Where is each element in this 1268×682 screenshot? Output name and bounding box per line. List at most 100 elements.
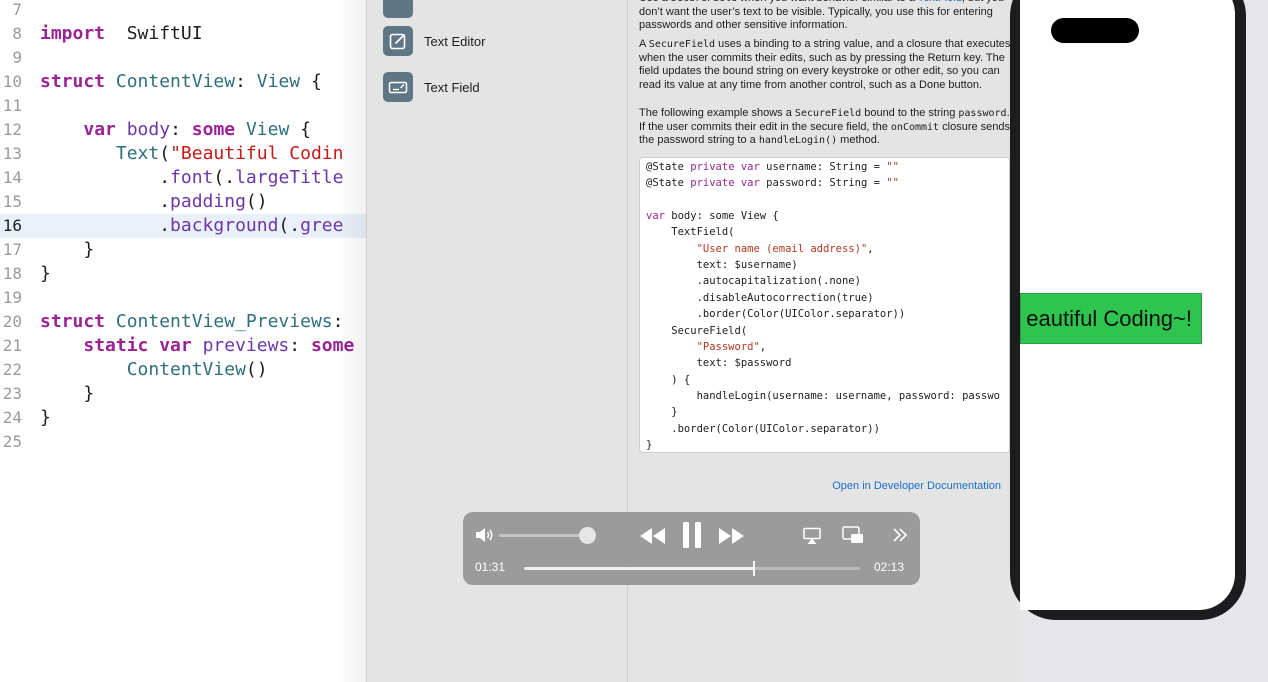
- code-line[interactable]: 19: [0, 286, 366, 310]
- code-text: .font(.largeTitle: [40, 167, 344, 188]
- line-number: 13: [2, 144, 22, 163]
- code-line[interactable]: 18}: [0, 262, 366, 286]
- code-sample-line: .autocapitalization(.none): [646, 275, 861, 288]
- line-number: 9: [12, 48, 22, 67]
- playback-scrubber[interactable]: [524, 561, 860, 576]
- volume-slider-knob[interactable]: [579, 527, 596, 544]
- code-text: struct ContentView: View {: [40, 71, 322, 92]
- code-line[interactable]: 10 struct ContentView: View {: [0, 70, 366, 94]
- library-item-text-editor[interactable]: Text Editor: [383, 26, 485, 56]
- picture-in-picture-icon[interactable]: [841, 525, 865, 545]
- line-number: 17: [2, 240, 22, 259]
- editor-divider-shadow: [336, 0, 366, 682]
- doc-paragraph-intro: Use a SecureField when you want behavior…: [639, 0, 1011, 33]
- line-number: 25: [2, 432, 22, 451]
- code-sample-line: handleLogin(username: username, password…: [646, 389, 1001, 402]
- code-text: var body: some View {: [50, 119, 312, 140]
- code-line[interactable]: 8 import SwiftUI: [0, 22, 366, 46]
- code-text: static var previews: some: [83, 335, 355, 356]
- code-text: }: [40, 383, 95, 404]
- doc-paragraph-example: The following example shows a SecureFiel…: [639, 107, 1011, 146]
- text-field-icon: [383, 72, 413, 102]
- playback-playhead[interactable]: [753, 561, 756, 576]
- doc-paragraph-binding: A SecureField uses a binding to a string…: [639, 38, 1011, 91]
- doc-code-sample[interactable]: @State private var username: String = ""…: [639, 157, 1010, 453]
- playback-progress-fill: [524, 567, 755, 570]
- code-editor[interactable]: 7 8 import SwiftUI 9 10 struct ContentView: V…: [0, 0, 366, 682]
- code-text: struct ContentView_Previews:: [40, 311, 343, 332]
- line-number: 14: [2, 168, 22, 187]
- code-line[interactable]: 9: [0, 46, 366, 70]
- code-sample-line: TextField(: [646, 226, 735, 239]
- airplay-icon[interactable]: [802, 526, 822, 546]
- line-number: 12: [2, 120, 22, 139]
- code-sample-line: "Password",: [696, 340, 767, 353]
- code-line[interactable]: 11: [0, 94, 366, 118]
- elapsed-time: 01:31: [475, 560, 506, 574]
- code-text: }: [40, 263, 51, 284]
- volume-icon[interactable]: [474, 526, 496, 544]
- volume-slider[interactable]: [499, 534, 589, 537]
- code-text: Text("Beautiful Codin: [115, 143, 344, 164]
- textfield-doc-link[interactable]: TextField: [918, 0, 962, 4]
- code-sample-line: .border(Color(UIColor.separator)): [646, 308, 906, 321]
- library-item-icon: [383, 0, 413, 18]
- video-controls: 01:31 02:13: [463, 512, 920, 585]
- text-editor-icon: [383, 26, 413, 56]
- code-line[interactable]: 14 .font(.largeTitle: [0, 166, 366, 190]
- line-number: 10: [2, 72, 22, 91]
- code-line[interactable]: 7: [0, 0, 366, 22]
- code-line[interactable]: 13 Text("Beautiful Codin: [0, 142, 366, 166]
- library-item-label: Text Field: [424, 79, 480, 95]
- code-sample-line: var body: some View {: [646, 210, 779, 223]
- code-line[interactable]: 25: [0, 430, 366, 454]
- code-sample-line: }: [646, 438, 653, 451]
- line-number: 16: [2, 216, 22, 235]
- line-number: 22: [2, 360, 22, 379]
- code-sample-line: @State private var password: String = "": [646, 177, 899, 190]
- code-text: }: [40, 239, 95, 260]
- code-sample-line: .border(Color(UIColor.separator)): [646, 422, 880, 435]
- library-item-partial[interactable]: [383, 0, 413, 18]
- preview-text-label[interactable]: eautiful Coding~!: [1020, 293, 1202, 344]
- line-number: 18: [2, 264, 22, 283]
- code-sample-line: ) {: [646, 373, 691, 386]
- line-number: 23: [2, 384, 22, 403]
- code-sample-line: @State private var username: String = "": [646, 161, 899, 173]
- line-number: 7: [12, 0, 22, 19]
- library-item-text-field[interactable]: Text Field: [383, 72, 480, 102]
- open-developer-documentation-link[interactable]: Open in Developer Documentation: [832, 480, 1001, 492]
- code-text: ContentView(): [126, 359, 268, 380]
- code-line[interactable]: 22 ContentView(): [0, 358, 366, 382]
- library-item-label: Text Editor: [424, 33, 486, 49]
- code-sample-line: SecureField(: [646, 324, 748, 337]
- code-sample-line: "User name (email address)",: [696, 242, 874, 255]
- more-controls-icon[interactable]: [891, 526, 909, 544]
- code-line[interactable]: 21 static var previews: some: [0, 334, 366, 358]
- code-line[interactable]: 12 var body: some View {: [0, 118, 366, 142]
- skip-back-icon[interactable]: [639, 526, 667, 546]
- code-line[interactable]: 23 }: [0, 382, 366, 406]
- line-number: 11: [2, 96, 22, 115]
- code-text: import SwiftUI: [40, 23, 203, 44]
- code-sample-line: text: $password: [646, 357, 792, 370]
- remaining-time: 02:13: [874, 560, 905, 574]
- code-sample-line: text: $username): [646, 259, 798, 272]
- dynamic-island: [1051, 18, 1139, 43]
- code-text: .padding(): [40, 191, 268, 212]
- code-line[interactable]: 20 struct ContentView_Previews:: [0, 310, 366, 334]
- line-number: 24: [2, 408, 22, 427]
- pause-icon[interactable]: [679, 521, 705, 549]
- code-text: .background(.gree: [40, 215, 344, 236]
- code-line[interactable]: 24}: [0, 406, 366, 430]
- code-line[interactable]: 17 }: [0, 238, 366, 262]
- line-number: 20: [2, 312, 22, 331]
- line-number: 21: [2, 336, 22, 355]
- line-number: 15: [2, 192, 22, 211]
- code-sample-line: }: [646, 406, 678, 419]
- code-line[interactable]: 15 .padding(): [0, 190, 366, 214]
- line-number: 19: [2, 288, 22, 307]
- skip-forward-icon[interactable]: [717, 526, 745, 546]
- code-text: }: [40, 407, 51, 428]
- code-line[interactable]: 16 .background(.gree: [0, 214, 366, 238]
